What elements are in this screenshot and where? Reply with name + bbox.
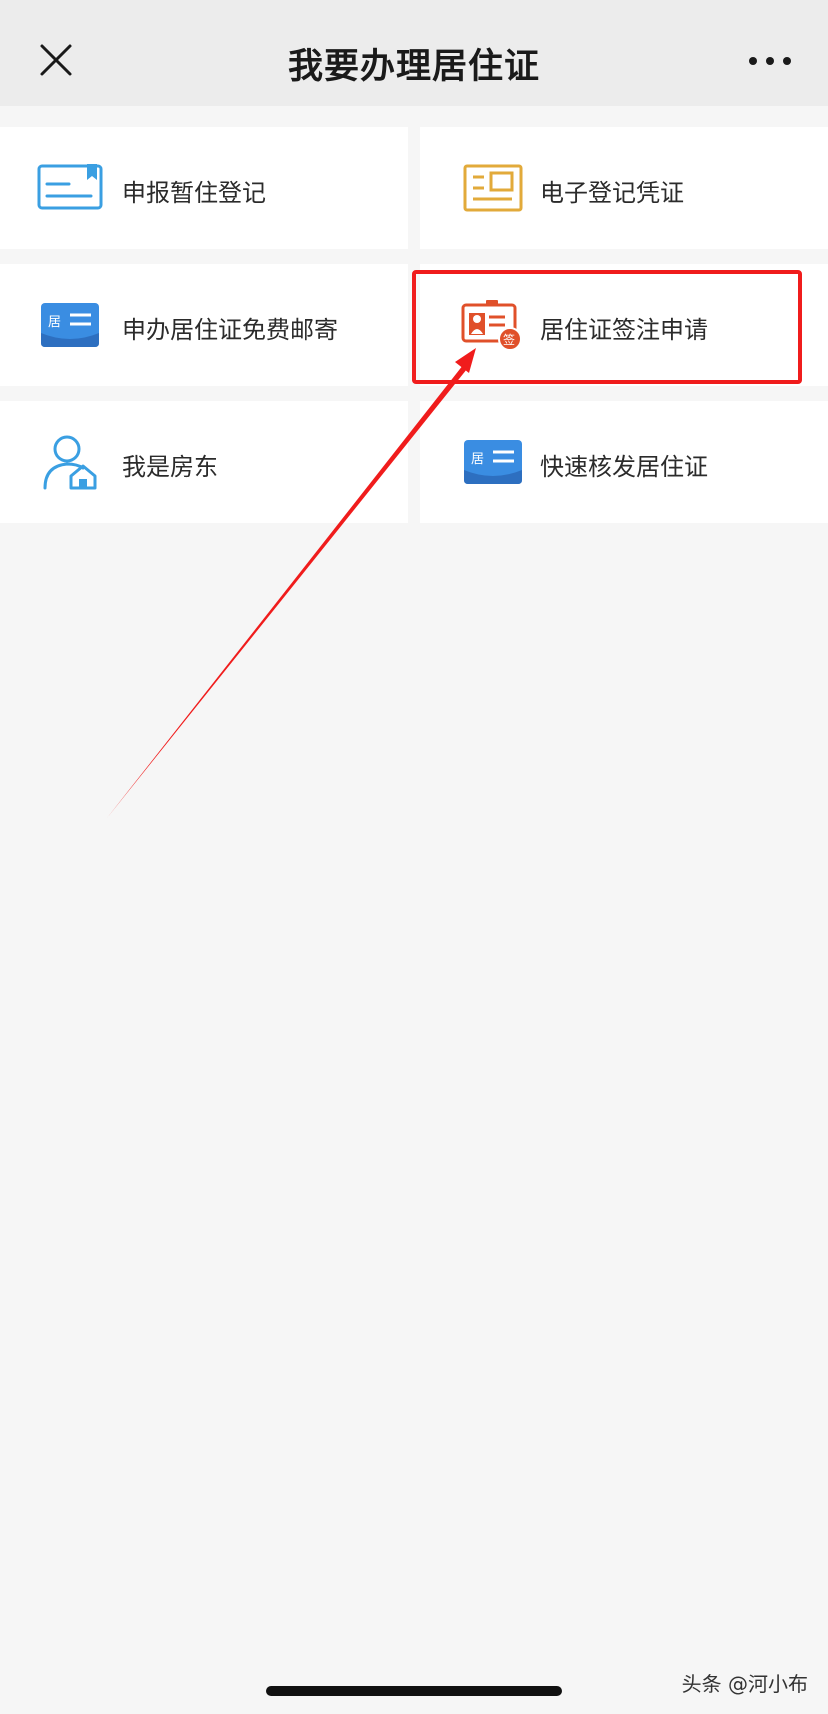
electronic-voucher-icon (463, 164, 523, 212)
service-tile-electronic-voucher[interactable]: 电子登记凭证 (420, 127, 828, 249)
landlord-icon (43, 435, 97, 490)
highlight-box (412, 270, 802, 384)
service-label: 申报暂住登记 (122, 179, 266, 207)
registration-card-icon (37, 164, 103, 210)
navigation-bar: 我要办理居住证 (0, 0, 828, 106)
svg-text:居: 居 (48, 315, 61, 330)
service-label: 我是房东 (122, 453, 218, 481)
watermark: 头条 @河小布 (681, 1672, 808, 1696)
service-tile-quick-residence-card[interactable]: 居 快速核发居住证 (420, 401, 828, 523)
service-label: 申办居住证免费邮寄 (122, 316, 338, 344)
residence-card-mail-icon: 居 (41, 303, 99, 347)
page-title: 我要办理居住证 (287, 47, 540, 87)
more-icon[interactable] (748, 56, 792, 66)
svg-text:居: 居 (471, 452, 484, 467)
annotation-arrow (107, 348, 476, 818)
service-label: 电子登记凭证 (540, 179, 684, 207)
service-tile-landlord[interactable]: 我是房东 (0, 401, 408, 523)
service-tile-residence-card-free-mail[interactable]: 居 申办居住证免费邮寄 (0, 264, 408, 386)
service-tile-temporary-residence-registration[interactable]: 申报暂住登记 (0, 127, 408, 249)
quick-residence-card-icon: 居 (464, 440, 522, 484)
service-label: 快速核发居住证 (540, 453, 708, 481)
home-indicator (266, 1686, 562, 1696)
